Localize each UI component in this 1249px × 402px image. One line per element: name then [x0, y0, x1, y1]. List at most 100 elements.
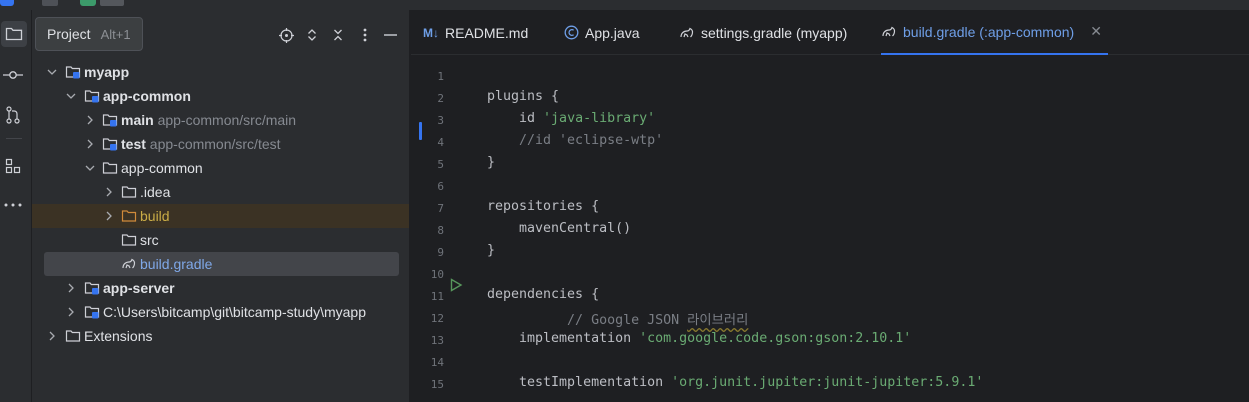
code-line-2: plugins {	[487, 89, 560, 104]
chevron-down-icon[interactable]	[45, 65, 59, 79]
branches-icon	[6, 106, 20, 124]
line-number: 15	[430, 378, 444, 391]
chevron-down-icon[interactable]	[83, 161, 97, 175]
tree-item-src[interactable]: src	[32, 228, 410, 252]
tab-app-java[interactable]: App.java	[564, 10, 639, 55]
editor-area: M↓ README.md App.java settings.gradle (m…	[411, 10, 1249, 402]
code-string: 'java-library'	[543, 111, 656, 126]
java-class-icon	[564, 25, 579, 40]
code-line-3: id 'java-library'	[487, 111, 655, 126]
chevron-right-icon[interactable]	[64, 305, 78, 319]
code-comment: // Google JSON	[487, 313, 688, 328]
minimize-icon	[383, 34, 397, 36]
options-button[interactable]	[354, 24, 376, 46]
editor-tabs: M↓ README.md App.java settings.gradle (m…	[411, 10, 1249, 55]
gradle-icon	[121, 256, 137, 272]
code-line-9: }	[487, 243, 496, 258]
chevron-right-icon[interactable]	[83, 137, 97, 151]
main-menu-icon[interactable]	[42, 0, 58, 6]
tree-label: C:\Users\bitcamp\git\bitcamp-study\myapp	[103, 304, 366, 320]
line-number: 5	[437, 158, 444, 171]
line-number: 1	[437, 70, 444, 83]
chevron-right-icon[interactable]	[45, 329, 59, 343]
tree-item-test[interactable]: test app-common/src/test	[32, 132, 410, 156]
code-line-11: dependencies {	[487, 287, 600, 302]
folder-icon	[65, 328, 81, 344]
tree-label: Extensions	[84, 328, 153, 344]
commit-icon	[3, 71, 23, 79]
tree-item-build[interactable]: build	[32, 204, 409, 228]
line-number: 2	[437, 92, 444, 105]
code-line-8: mavenCentral()	[487, 221, 632, 236]
folder-icon	[121, 232, 137, 248]
tab-readme[interactable]: M↓ README.md	[423, 10, 528, 55]
locate-file-button[interactable]	[275, 24, 297, 46]
tree-label: test	[121, 136, 146, 152]
chevron-down-icon[interactable]	[64, 89, 78, 103]
chevron-right-icon[interactable]	[102, 185, 116, 199]
more-tools-button[interactable]	[0, 192, 26, 218]
tab-label: README.md	[445, 24, 529, 41]
line-number: 10	[430, 268, 444, 281]
expand-icon	[308, 29, 316, 41]
folder-icon	[121, 184, 137, 200]
excluded-folder-icon	[121, 208, 137, 224]
more-horizontal-icon	[4, 203, 22, 207]
tree-label: app-common	[103, 88, 191, 104]
code-line-13: implementation 'com.google.code.gson:gso…	[487, 331, 911, 346]
tree-label: main	[121, 112, 154, 128]
project-name-text	[100, 0, 124, 6]
module-folder-icon	[65, 64, 81, 80]
pull-requests-tool-button[interactable]	[0, 102, 26, 128]
change-marker[interactable]	[419, 122, 422, 140]
project-widget-icon[interactable]	[80, 0, 96, 6]
code-line-5: }	[487, 155, 496, 170]
chevron-right-icon[interactable]	[83, 113, 97, 127]
tab-build-gradle[interactable]: build.gradle (:app-common) ✕	[881, 10, 1108, 55]
tree-item-build-gradle[interactable]: build.gradle	[44, 252, 399, 276]
line-number: 11	[430, 290, 444, 303]
tree-item-app-server[interactable]: app-server	[32, 276, 410, 300]
close-tab-icon[interactable]: ✕	[1090, 23, 1102, 40]
hide-panel-button[interactable]	[379, 24, 401, 46]
tree-label: .idea	[140, 184, 171, 200]
code-line-15: testImplementation 'org.junit.jupiter:ju…	[487, 375, 983, 390]
line-number: 7	[437, 202, 444, 215]
line-number: 4	[437, 136, 444, 149]
commit-tool-button[interactable]	[0, 62, 26, 88]
code-comment-korean: 라이브러리	[687, 313, 749, 328]
structure-icon	[5, 158, 21, 174]
crosshair-icon	[278, 27, 294, 43]
folder-icon	[102, 160, 118, 176]
code-line-12: // Google JSON 라이브러리	[487, 309, 748, 328]
tree-item-idea[interactable]: .idea	[32, 180, 410, 204]
expand-all-button[interactable]	[301, 24, 323, 46]
structure-tool-button[interactable]	[0, 153, 26, 179]
code-token: testImplementation	[487, 375, 672, 390]
tab-label: settings.gradle (myapp)	[701, 24, 848, 41]
tree-item-extensions[interactable]: Extensions	[32, 324, 410, 348]
chevron-right-icon[interactable]	[102, 209, 116, 223]
tab-settings-gradle[interactable]: settings.gradle (myapp)	[679, 10, 847, 55]
app-logo-icon	[0, 0, 14, 6]
tree-item-app-common-folder[interactable]: app-common	[32, 156, 410, 180]
folder-icon	[5, 27, 23, 41]
line-number: 8	[437, 224, 444, 237]
module-folder-icon	[102, 112, 118, 128]
tree-item-git-path[interactable]: C:\Users\bitcamp\git\bitcamp-study\myapp	[32, 300, 410, 324]
run-icon[interactable]	[449, 278, 463, 292]
markdown-icon: M↓	[423, 25, 439, 40]
chevron-right-icon[interactable]	[64, 281, 78, 295]
collapse-all-button[interactable]	[327, 24, 349, 46]
tree-item-main[interactable]: main app-common/src/main	[32, 108, 410, 132]
tree-item-myapp[interactable]: myapp	[32, 60, 410, 84]
project-tool-button[interactable]	[1, 21, 27, 47]
title-bar	[0, 0, 1249, 10]
code-token: implementation	[487, 331, 640, 346]
editor-gutter: 1 2 3 4 5 6 7 8 9 10 11 12 13 14 15 16	[411, 56, 481, 402]
module-folder-icon	[102, 136, 118, 152]
tab-label: build.gradle (:app-common)	[903, 23, 1075, 40]
more-vertical-icon	[363, 28, 367, 42]
code-line-4: //id 'eclipse-wtp'	[487, 133, 664, 148]
tree-item-app-common[interactable]: app-common	[32, 84, 410, 108]
